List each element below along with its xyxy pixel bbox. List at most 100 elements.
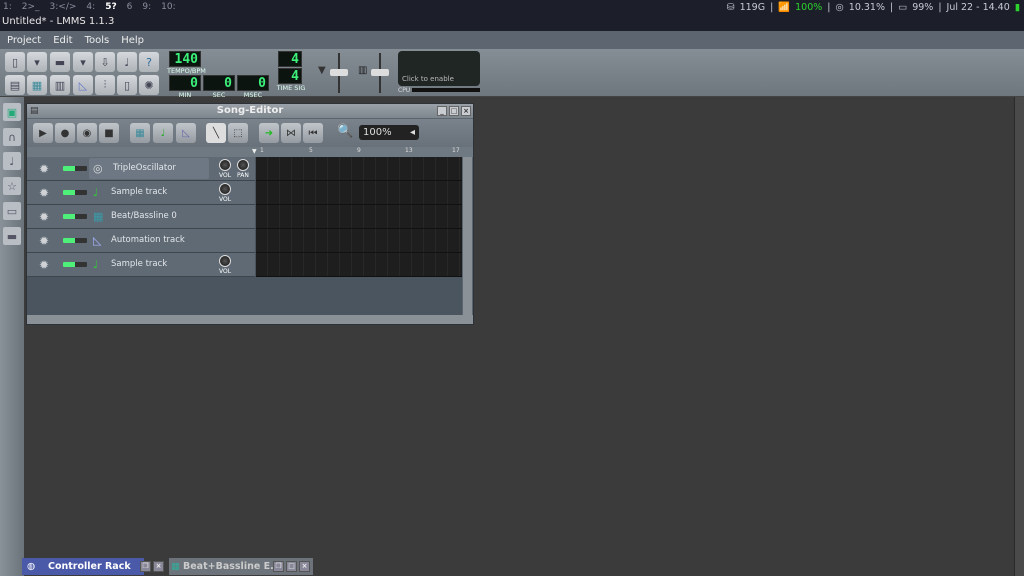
track-name[interactable]: TripleOscillator (113, 163, 176, 173)
workspace-4[interactable]: 4: (86, 2, 95, 12)
track-lane[interactable] (256, 157, 462, 181)
gear-icon[interactable]: ✹ (39, 210, 49, 224)
minimize-button[interactable]: _ (437, 106, 447, 116)
workspace-1[interactable]: 1: (3, 2, 12, 12)
close-button[interactable]: × (461, 106, 471, 116)
add-sample-track-button[interactable]: ♩ (153, 123, 173, 143)
close-button[interactable]: × (153, 561, 164, 572)
vol-knob[interactable] (219, 159, 231, 171)
export-button[interactable]: ♩ (117, 52, 137, 72)
master-volume-handle[interactable] (330, 69, 348, 76)
my-presets-icon[interactable]: ☆ (3, 177, 21, 195)
restore-button[interactable]: ❐ (140, 561, 151, 572)
track-lane[interactable] (256, 253, 462, 277)
track-lane[interactable] (256, 181, 462, 205)
loop-points-button[interactable]: ⋈ (281, 123, 301, 143)
track-row[interactable]: ✹ ♩ Sample track VOL (27, 181, 255, 205)
track-row[interactable]: ✹ ◎ TripleOscillator VOL PAN (27, 157, 255, 181)
menu-project[interactable]: Project (7, 35, 41, 46)
mute-toggle[interactable] (63, 214, 87, 219)
record-button[interactable]: ● (55, 123, 75, 143)
master-pitch-handle[interactable] (371, 69, 389, 76)
auto-scroll-button[interactable]: ➜ (259, 123, 279, 143)
tab-controller-rack[interactable]: ◍ Controller Rack ❐ × (22, 558, 164, 575)
edit-mode-button[interactable]: ⬚ (228, 123, 248, 143)
gear-icon[interactable]: ✹ (39, 186, 49, 200)
track-row[interactable]: ✹ ▦ Beat/Bassline 0 (27, 205, 255, 229)
add-automation-track-button[interactable]: ◺ (176, 123, 196, 143)
tempo-display[interactable]: 140 (169, 51, 201, 67)
recent-projects-button[interactable]: ▾ (73, 52, 93, 72)
song-vscrollbar[interactable] (463, 157, 472, 315)
vol-knob[interactable] (219, 183, 231, 195)
timeline-ruler[interactable]: ▼ 1 5 9 13 17 (27, 147, 473, 157)
new-from-template-button[interactable]: ▾ (27, 52, 47, 72)
mute-toggle[interactable] (63, 238, 87, 243)
mute-toggle[interactable] (63, 166, 87, 171)
my-projects-icon[interactable]: ∩ (3, 128, 21, 146)
new-project-button[interactable]: ▯ (5, 52, 25, 72)
stop-behaviour-button[interactable]: ⏮ (303, 123, 323, 143)
vol-knob[interactable] (219, 255, 231, 267)
project-notes-button[interactable]: ▯ (117, 75, 137, 95)
pan-knob[interactable] (237, 159, 249, 171)
maximize-button[interactable]: □ (286, 561, 297, 572)
my-home-icon[interactable]: ▭ (3, 202, 21, 220)
mute-toggle[interactable] (63, 262, 87, 267)
track-name[interactable]: Sample track (111, 259, 167, 269)
menu-tools[interactable]: Tools (85, 35, 110, 46)
track-name[interactable]: Sample track (111, 187, 167, 197)
gear-icon[interactable]: ✹ (39, 258, 49, 272)
workspace-9[interactable]: 9: (142, 2, 151, 12)
tab-label: Beat+Bassline E... (183, 561, 281, 572)
track-lane[interactable] (256, 229, 462, 253)
beat-bassline-button[interactable]: ▦ (27, 75, 47, 95)
workspace-5[interactable]: 5? (105, 2, 116, 12)
workspace-scrollbar[interactable] (1014, 97, 1024, 576)
draw-mode-button[interactable]: ╲ (206, 123, 226, 143)
stop-button[interactable]: ■ (99, 123, 119, 143)
zoom-select[interactable]: 100% ◂ (359, 125, 419, 140)
track-row[interactable]: ✹ ◺ Automation track (27, 229, 255, 253)
automation-editor-button[interactable]: ◺ (73, 75, 93, 95)
menu-help[interactable]: Help (121, 35, 144, 46)
track-lane[interactable] (256, 205, 462, 229)
controller-rack-button[interactable]: ✺ (139, 75, 159, 95)
playhead-marker[interactable]: ▼ (252, 148, 257, 155)
root-directory-icon[interactable]: ▬ (3, 227, 21, 245)
tray-icon[interactable]: ▮ (1015, 2, 1020, 13)
restore-button[interactable]: ❐ (273, 561, 284, 572)
menu-edit[interactable]: Edit (53, 35, 72, 46)
song-hscrollbar[interactable] (27, 315, 473, 324)
workspace-2[interactable]: 2>_ (22, 2, 40, 12)
open-project-button[interactable]: ▬ (50, 52, 70, 72)
song-editor-button[interactable]: ▤ (5, 75, 25, 95)
save-project-button[interactable]: ⇩ (95, 52, 115, 72)
maximize-button[interactable]: □ (449, 106, 459, 116)
instrument-plugins-icon[interactable]: ▣ (3, 103, 21, 121)
add-beat-track-button[interactable]: ▦ (130, 123, 150, 143)
my-samples-icon[interactable]: ♩ (3, 152, 21, 170)
workspace-3[interactable]: 3:</> (50, 2, 77, 12)
play-button[interactable]: ▶ (33, 123, 53, 143)
gear-icon[interactable]: ✹ (39, 234, 49, 248)
close-button[interactable]: × (299, 561, 310, 572)
song-editor-titlebar[interactable]: ▤ Song-Editor _ □ × (27, 104, 473, 118)
workspace-6[interactable]: 6 (127, 2, 133, 12)
oscilloscope[interactable]: Click to enable (398, 51, 480, 86)
track-name[interactable]: Beat/Bassline 0 (111, 211, 177, 221)
record-play-button[interactable]: ◉ (77, 123, 97, 143)
track-name[interactable]: Automation track (111, 235, 185, 245)
bar-label: 1 (260, 147, 264, 154)
mute-toggle[interactable] (63, 190, 87, 195)
track-row[interactable]: ✹ ♩ Sample track VOL (27, 253, 255, 277)
gear-icon[interactable]: ✹ (39, 162, 49, 176)
help-icon[interactable]: ? (139, 52, 159, 72)
fx-mixer-button[interactable]: ⫶ (95, 75, 115, 95)
piano-roll-button[interactable]: ▥ (50, 75, 70, 95)
timesig-numerator[interactable]: 4 (278, 51, 302, 67)
tab-beat-bassline-editor[interactable]: ▦ Beat+Bassline E... ❐ □ × (169, 558, 313, 575)
timesig-denominator[interactable]: 4 (278, 68, 302, 84)
workspace-10[interactable]: 10: (161, 2, 175, 12)
battery-icon: ▭ (898, 1, 908, 13)
